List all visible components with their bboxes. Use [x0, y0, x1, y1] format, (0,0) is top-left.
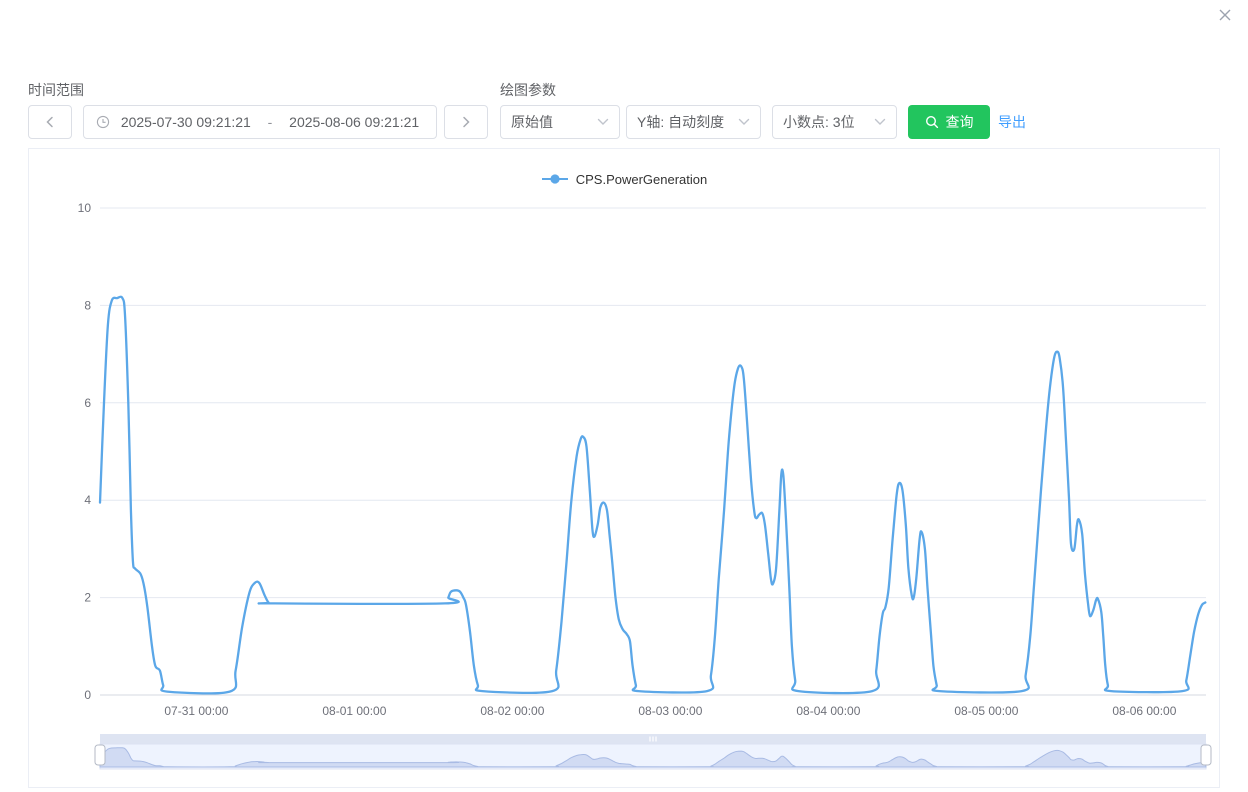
export-link[interactable]: 导出: [998, 112, 1026, 132]
chevron-right-icon: [460, 116, 472, 128]
chevron-left-icon: [44, 116, 56, 128]
x-axis-label: 07-31 00:00: [164, 704, 228, 718]
select-value-mode-value: 原始值: [511, 112, 553, 132]
x-axis-label: 08-06 00:00: [1112, 704, 1176, 718]
legend-label: CPS.PowerGeneration: [576, 172, 708, 187]
y-axis-label: 6: [84, 396, 91, 410]
y-axis-label: 0: [84, 688, 91, 702]
x-axis-label: 08-02 00:00: [480, 704, 544, 718]
date-start-value: 2025-07-30 09:21:21: [116, 114, 256, 130]
legend-item[interactable]: CPS.PowerGeneration: [29, 171, 1219, 187]
date-separator: -: [262, 114, 279, 130]
line-chart: 0 2 4 6 8 10 07-31 00:00 08-01 00:00 08-02 00:00…: [29, 149, 1219, 787]
datazoom-handle-right[interactable]: [1201, 745, 1211, 765]
datazoom-handle-left[interactable]: [95, 745, 105, 765]
series-line: [100, 297, 1205, 694]
prev-period-button[interactable]: [28, 105, 72, 139]
x-axis-label: 08-05 00:00: [954, 704, 1018, 718]
y-axis-label: 8: [84, 298, 91, 312]
x-axis-label: 08-04 00:00: [796, 704, 860, 718]
legend-line-marker-icon: [541, 173, 569, 185]
date-range-picker[interactable]: 2025-07-30 09:21:21 - 2025-08-06 09:21:2…: [83, 105, 437, 139]
select-decimal-places[interactable]: 小数点: 3位: [772, 105, 897, 139]
chevron-down-icon: [874, 118, 886, 126]
date-end-value: 2025-08-06 09:21:21: [284, 114, 424, 130]
chevron-down-icon: [738, 118, 750, 126]
select-decimal-places-value: 小数点: 3位: [783, 112, 855, 132]
select-y-axis-scale-value: Y轴: 自动刻度: [637, 112, 724, 132]
clock-icon: [96, 115, 110, 129]
search-icon: [925, 115, 939, 129]
time-range-label: 时间范围: [28, 80, 84, 100]
chevron-down-icon: [597, 118, 609, 126]
close-icon[interactable]: [1216, 6, 1234, 24]
y-axis-label: 2: [84, 591, 91, 605]
select-y-axis-scale[interactable]: Y轴: 自动刻度: [626, 105, 761, 139]
next-period-button[interactable]: [444, 105, 488, 139]
query-button[interactable]: 查询: [908, 105, 990, 139]
chart-panel: CPS.PowerGeneration 0 2 4 6 8 10 07-31 00:00 08…: [28, 148, 1220, 788]
query-button-label: 查询: [946, 112, 974, 132]
x-axis-label: 08-03 00:00: [638, 704, 702, 718]
y-axis-label: 10: [78, 201, 92, 215]
y-axis-label: 4: [84, 493, 91, 507]
x-axis-label: 08-01 00:00: [322, 704, 386, 718]
close-x-glyph: [1218, 8, 1232, 22]
select-value-mode[interactable]: 原始值: [500, 105, 620, 139]
plot-params-label: 绘图参数: [500, 80, 556, 100]
